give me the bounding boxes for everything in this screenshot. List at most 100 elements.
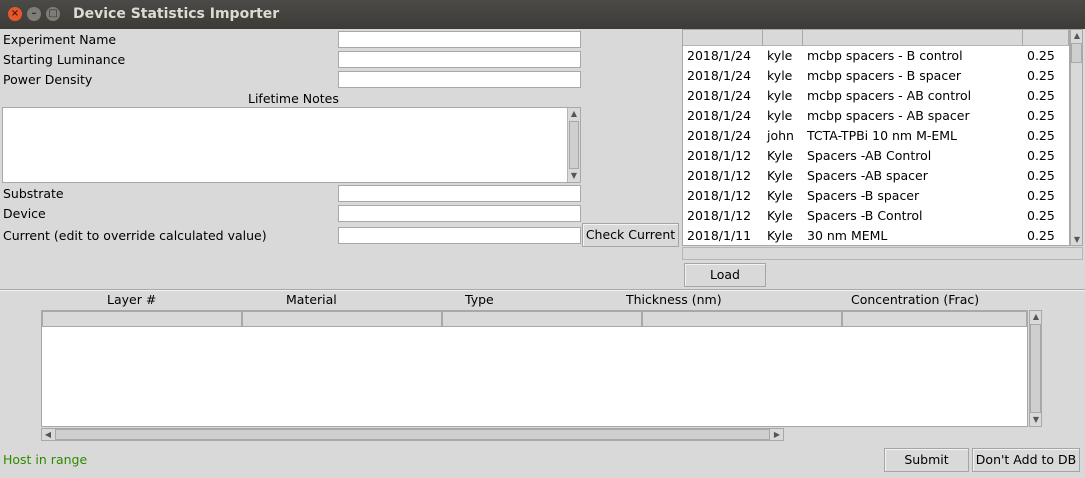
experiment-date: 2018/1/12 xyxy=(687,208,752,223)
lifetime-notes-textarea[interactable]: ▲ ▼ xyxy=(2,107,581,183)
minimize-window-icon[interactable]: – xyxy=(27,7,41,21)
experiment-name: mcbp spacers - B control xyxy=(807,48,963,63)
check-current-button[interactable]: Check Current xyxy=(582,223,679,247)
maximize-window-icon[interactable]: □ xyxy=(46,7,60,21)
experiment-date: 2018/1/24 xyxy=(687,48,752,63)
experiment-user: Kyle xyxy=(767,148,793,163)
experiment-date: 2018/1/24 xyxy=(687,68,752,83)
substrate-input[interactable] xyxy=(338,185,581,202)
layers-hscrollbar[interactable]: ◀ ▶ xyxy=(41,428,784,441)
experiment-name: mcbp spacers - AB control xyxy=(807,88,972,103)
experiment-date: 2018/1/24 xyxy=(687,128,752,143)
list-header-user[interactable] xyxy=(763,30,803,46)
dont-add-to-db-button[interactable]: Don't Add to DB xyxy=(972,448,1080,472)
status-text: Host in range xyxy=(3,452,88,467)
experiment-row[interactable]: 2018/1/12 Kyle Spacers -B Control 0.25 xyxy=(683,206,1069,226)
layers-scroll-right-icon[interactable]: ▶ xyxy=(771,429,783,441)
experiments-list[interactable]: 2018/1/24 kyle mcbp spacers - B control 0.2… xyxy=(682,29,1070,246)
experiment-name: Spacers -B spacer xyxy=(807,188,920,203)
experiment-name: TCTA-TPBi 10 nm M-EML xyxy=(807,128,958,143)
experiment-name-input[interactable] xyxy=(338,31,581,48)
device-input[interactable] xyxy=(338,205,581,222)
experiment-name: mcbp spacers - B spacer xyxy=(807,68,962,83)
lifetime-notes-label: Lifetime Notes xyxy=(248,91,339,106)
submit-button[interactable]: Submit xyxy=(884,448,969,472)
column-layer-number: Layer # xyxy=(107,292,157,307)
experiment-name: 30 nm MEML xyxy=(807,228,888,243)
layers-vscroll-thumb[interactable] xyxy=(1030,324,1041,413)
experiment-name: Spacers -AB Control xyxy=(807,148,932,163)
close-window-icon[interactable]: × xyxy=(8,7,22,21)
experiment-user: john xyxy=(767,128,794,143)
experiment-value: 0.25 xyxy=(1027,108,1055,123)
experiment-row[interactable]: 2018/1/12 Kyle Spacers -AB spacer 0.25 xyxy=(683,166,1069,186)
experiment-date: 2018/1/12 xyxy=(687,168,752,183)
list-header-value[interactable] xyxy=(1023,30,1069,46)
current-input[interactable] xyxy=(338,227,581,244)
experiment-user: Kyle xyxy=(767,208,793,223)
column-thickness: Thickness (nm) xyxy=(626,292,722,307)
power-density-label: Power Density xyxy=(3,72,93,87)
column-type: Type xyxy=(465,292,494,307)
experiment-value: 0.25 xyxy=(1027,128,1055,143)
experiment-date: 2018/1/24 xyxy=(687,108,752,123)
experiment-row[interactable]: 2018/1/11 Kyle 30 nm MEML 0.25 xyxy=(683,226,1069,245)
layers-table[interactable] xyxy=(41,310,1028,427)
layers-hscroll-thumb[interactable] xyxy=(55,429,770,440)
notes-scroll-thumb[interactable] xyxy=(569,121,579,169)
experiment-user: Kyle xyxy=(767,188,793,203)
layer-cell-concentration[interactable] xyxy=(842,311,1027,327)
experiment-name-label: Experiment Name xyxy=(3,32,117,47)
experiment-value: 0.25 xyxy=(1027,88,1055,103)
experiment-name: Spacers -AB spacer xyxy=(807,168,928,183)
experiment-name: mcbp spacers - AB spacer xyxy=(807,108,970,123)
experiment-row[interactable]: 2018/1/24 kyle mcbp spacers - B control 0.2… xyxy=(683,46,1069,66)
experiment-row[interactable]: 2018/1/12 Kyle Spacers -AB Control 0.25 xyxy=(683,146,1069,166)
experiment-user: kyle xyxy=(767,108,793,123)
experiment-row[interactable]: 2018/1/24 kyle mcbp spacers - AB spacer 0.2… xyxy=(683,106,1069,126)
starting-luminance-input[interactable] xyxy=(338,51,581,68)
layers-vscrollbar[interactable]: ▲ ▼ xyxy=(1029,310,1042,427)
experiments-scrollbar[interactable]: ▲ ▼ xyxy=(1070,29,1083,246)
layer-cell-material[interactable] xyxy=(242,311,442,327)
experiment-row[interactable]: 2018/1/24 kyle mcbp spacers - B spacer 0.25 xyxy=(683,66,1069,86)
power-density-input[interactable] xyxy=(338,71,581,88)
title-bar: × – □ Device Statistics Importer xyxy=(0,0,1085,29)
load-button[interactable]: Load xyxy=(684,263,766,287)
experiment-user: kyle xyxy=(767,88,793,103)
device-label: Device xyxy=(3,206,46,221)
experiment-value: 0.25 xyxy=(1027,48,1055,63)
layer-cell-number[interactable] xyxy=(42,311,242,327)
list-header-date[interactable] xyxy=(683,30,763,46)
layer-cell-type[interactable] xyxy=(442,311,642,327)
experiment-user: Kyle xyxy=(767,228,793,243)
experiments-scroll-thumb[interactable] xyxy=(1071,43,1082,63)
starting-luminance-label: Starting Luminance xyxy=(3,52,126,67)
current-label: Current (edit to override calculated val… xyxy=(3,228,267,243)
experiment-row[interactable]: 2018/1/24 john TCTA-TPBi 10 nm M-EML 0.25 xyxy=(683,126,1069,146)
experiments-hscrollbar[interactable] xyxy=(682,247,1083,260)
experiment-name: Spacers -B Control xyxy=(807,208,923,223)
experiment-value: 0.25 xyxy=(1027,148,1055,163)
layers-scroll-down-icon[interactable]: ▼ xyxy=(1030,414,1042,426)
notes-scrollbar[interactable]: ▲ ▼ xyxy=(567,108,580,182)
notes-scroll-down-icon[interactable]: ▼ xyxy=(568,170,580,182)
experiment-user: Kyle xyxy=(767,168,793,183)
layers-scroll-left-icon[interactable]: ◀ xyxy=(42,429,54,441)
window-title: Device Statistics Importer xyxy=(73,6,280,22)
experiment-row[interactable]: 2018/1/24 kyle mcbp spacers - AB control 0.… xyxy=(683,86,1069,106)
experiment-value: 0.25 xyxy=(1027,168,1055,183)
experiment-value: 0.25 xyxy=(1027,228,1055,243)
experiments-list-header xyxy=(683,30,1069,46)
experiment-row[interactable]: 2018/1/12 Kyle Spacers -B spacer 0.25 xyxy=(683,186,1069,206)
experiments-scroll-down-icon[interactable]: ▼ xyxy=(1071,234,1083,246)
layer-cell-thickness[interactable] xyxy=(642,311,842,327)
column-concentration: Concentration (Frac) xyxy=(851,292,980,307)
notes-scroll-up-icon[interactable]: ▲ xyxy=(568,108,580,120)
layers-scroll-up-icon[interactable]: ▲ xyxy=(1030,311,1042,323)
list-header-name[interactable] xyxy=(803,30,1023,46)
experiment-value: 0.25 xyxy=(1027,68,1055,83)
experiments-scroll-up-icon[interactable]: ▲ xyxy=(1071,30,1083,42)
experiment-value: 0.25 xyxy=(1027,208,1055,223)
substrate-label: Substrate xyxy=(3,186,64,201)
